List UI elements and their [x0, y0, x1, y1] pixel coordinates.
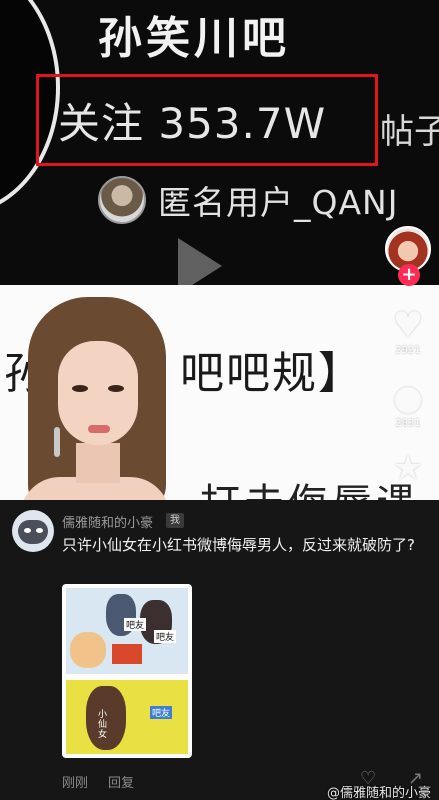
comment-count: 2831: [395, 418, 421, 429]
video-caption-line1-right: 吧吧规】: [180, 348, 364, 399]
username: 匿名用户_QANJ: [158, 183, 399, 222]
play-icon[interactable]: [178, 238, 222, 285]
comment-text: 只许小仙女在小红书微博侮辱男人，反过来就破防了?: [62, 536, 415, 554]
user-row: 匿名用户_QANJ: [98, 176, 398, 224]
meme-panel-bottom: 小仙女 吧友: [66, 680, 188, 754]
watermark: @儒雅随和的小豪: [326, 786, 431, 800]
follow-count: 关注 353.7W: [58, 99, 327, 148]
like-count: 2921: [395, 345, 421, 356]
meme-panel-top: 吧友 吧友: [66, 588, 188, 674]
comment-meme-image[interactable]: 吧友 吧友 小仙女 吧友: [62, 584, 192, 758]
comment-time: 刚刚: [62, 776, 89, 791]
presenter-image: [20, 297, 170, 515]
follow-plus-icon[interactable]: +: [398, 264, 420, 286]
favorite-action[interactable]: ★: [388, 448, 428, 488]
user-avatar: [98, 176, 146, 224]
comment-panel: 儒雅随和的小豪 我 只许小仙女在小红书微博侮辱男人，反过来就破防了? 吧友 吧友…: [0, 500, 439, 800]
bar-title: 孙笑川吧: [98, 13, 290, 64]
meme-label-1: 吧友: [124, 618, 147, 631]
heart-icon[interactable]: ♥: [388, 305, 428, 345]
star-icon[interactable]: ★: [388, 448, 428, 488]
like-action[interactable]: ♥ 2921: [388, 305, 428, 356]
commenter-avatar[interactable]: [12, 510, 54, 552]
comment-bubble-icon[interactable]: ●: [388, 378, 428, 418]
reply-button[interactable]: 回复: [108, 772, 134, 791]
meme-label-3: 小仙女: [98, 710, 108, 740]
comment-action[interactable]: ● 2831: [388, 378, 428, 429]
top-video[interactable]: 孙笑川吧 关注 353.7W 帖子 匿名用户_QANJ: [0, 0, 439, 285]
middle-video[interactable]: 孙 吧吧规】 举 打击侮辱遇: [0, 285, 439, 515]
commenter-name[interactable]: 儒雅随和的小豪: [62, 512, 153, 531]
posts-label: 帖子: [380, 112, 439, 152]
meme-label-2: 吧友: [154, 630, 177, 643]
self-badge: 我: [166, 513, 184, 528]
meme-label-4: 吧友: [150, 706, 173, 719]
